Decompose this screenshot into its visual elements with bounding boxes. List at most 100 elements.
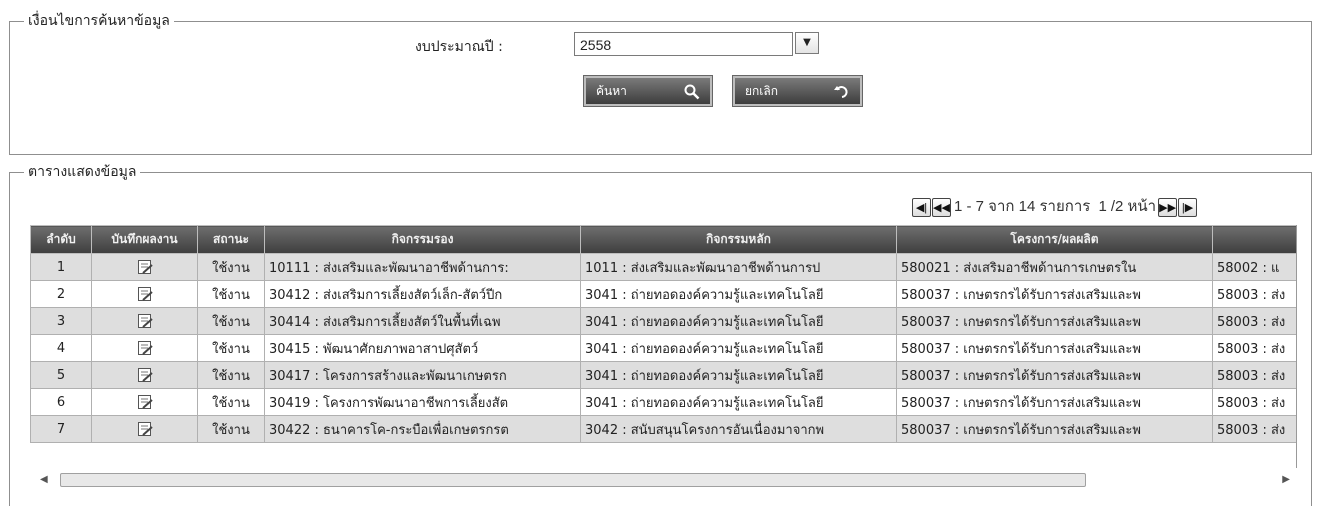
record-result-button[interactable] [91,334,198,362]
last-page-icon: |▶ [1181,201,1194,214]
row-sub-activity: 30419 : โครงการพัฒนาอาชีพการเลี้ยงสัต [264,388,581,416]
row-order: 3 [30,307,92,335]
pager-summary: 1 - 7 จาก 14 รายการ [954,198,1091,216]
row-extra: 58003 : ส่ง [1212,334,1296,362]
row-project: 580037 : เกษตรกรได้รับการส่งเสริมและพ [896,280,1213,308]
record-result-button[interactable] [91,415,198,443]
row-status: ใช้งาน [197,415,265,443]
table-row: 3 ใช้งาน 30414 : ส่งเสริมการเลี้ยงสัตว์ใ… [30,307,1296,335]
row-sub-activity: 30414 : ส่งเสริมการเลี้ยงสัตว์ในพื้นที่เ… [264,307,581,335]
budget-year-label: งบประมาณปี : [415,39,503,55]
scrollbar-thumb[interactable] [60,473,1086,487]
scroll-left-icon[interactable]: ◀ [40,474,48,485]
scroll-right-icon[interactable]: ▶ [1282,474,1290,485]
col-header-extra[interactable] [1212,225,1296,254]
magnifier-icon [684,78,700,104]
next-page-button[interactable]: ▶▶ [1158,197,1178,217]
data-table-legend: ตารางแสดงข้อมูล [24,163,141,181]
table-row: 4 ใช้งาน 30415 : พัฒนาศักยภาพอาสาปศุสัตว… [30,334,1296,362]
row-status: ใช้งาน [197,361,265,389]
edit-note-icon [137,260,153,274]
row-status: ใช้งาน [197,280,265,308]
row-order: 2 [30,280,92,308]
edit-note-icon [137,314,153,328]
row-main-activity: 3041 : ถ่ายทอดองค์ความรู้และเทคโนโลยี [580,361,897,389]
row-main-activity: 3041 : ถ่ายทอดองค์ความรู้และเทคโนโลยี [580,280,897,308]
record-result-button[interactable] [91,361,198,389]
budget-year-select[interactable]: 2558 [574,32,793,56]
first-page-icon: ◀| [915,201,928,214]
row-main-activity: 3041 : ถ่ายทอดองค์ความรู้และเทคโนโลยี [580,388,897,416]
row-extra: 58003 : ส่ง [1212,388,1296,416]
row-order: 1 [30,253,92,281]
prev-page-button[interactable]: ◀◀ [932,197,951,217]
prev-page-icon: ◀◀ [933,201,950,214]
pager-current-page[interactable]: 1 [1099,196,1107,218]
horizontal-scrollbar[interactable]: ◀ ▶ [38,472,1292,489]
pager-total-pages: /2 หน้า [1110,198,1157,216]
record-result-button[interactable] [91,253,198,281]
row-sub-activity: 30422 : ธนาคารโค-กระบือเพื่อเกษตรกรต [264,415,581,443]
first-page-button[interactable]: ◀| [912,197,931,217]
edit-note-icon [137,287,153,301]
row-extra: 58003 : ส่ง [1212,307,1296,335]
record-result-button[interactable] [91,280,198,308]
table-row: 2 ใช้งาน 30412 : ส่งเสริมการเลี้ยงสัตว์เ… [30,280,1296,308]
data-table: ลำดับ บันทึกผลงาน สถานะ กิจกรรมรอง กิจกร… [30,225,1296,443]
row-status: ใช้งาน [197,307,265,335]
table-header-row: ลำดับ บันทึกผลงาน สถานะ กิจกรรมรอง กิจกร… [30,225,1296,254]
table-row: 5 ใช้งาน 30417 : โครงการสร้างและพัฒนาเกษ… [30,361,1296,389]
record-result-button[interactable] [91,307,198,335]
edit-note-icon [137,422,153,436]
row-order: 5 [30,361,92,389]
row-project: 580021 : ส่งเสริมอาชีพด้านการเกษตรใน [896,253,1213,281]
edit-note-icon [137,395,153,409]
row-project: 580037 : เกษตรกรได้รับการส่งเสริมและพ [896,307,1213,335]
row-extra: 58003 : ส่ง [1212,361,1296,389]
row-order: 6 [30,388,92,416]
search-button-label: ค้นหา [596,84,627,98]
edit-note-icon [137,368,153,382]
table-row: 7 ใช้งาน 30422 : ธนาคารโค-กระบือเพื่อเกษ… [30,415,1296,443]
data-grid: ลำดับ บันทึกผลงาน สถานะ กิจกรรมรอง กิจกร… [30,225,1297,468]
row-sub-activity: 10111 : ส่งเสริมและพัฒนาอาชีพด้านการ: [264,253,581,281]
cancel-button-label: ยกเลิก [745,84,779,98]
row-sub-activity: 30415 : พัฒนาศักยภาพอาสาปศุสัตว์ [264,334,581,362]
row-sub-activity: 30412 : ส่งเสริมการเลี้ยงสัตว์เล็ก-สัตว์… [264,280,581,308]
year-dropdown-button[interactable]: ▼ [795,32,819,54]
col-header-status[interactable]: สถานะ [197,225,265,254]
last-page-button[interactable]: |▶ [1178,197,1198,217]
col-header-project[interactable]: โครงการ/ผลผลิต [896,225,1213,254]
row-extra: 58002 : แ [1212,253,1296,281]
table-row: 1 ใช้งาน 10111 : ส่งเสริมและพัฒนาอาชีพด้… [30,253,1296,281]
row-main-activity: 3042 : สนับสนุนโครงการอันเนื่องมาจากพ [580,415,897,443]
col-header-main-activity[interactable]: กิจกรรมหลัก [580,225,897,254]
cancel-button[interactable]: ยกเลิก [733,76,862,106]
row-main-activity: 1011 : ส่งเสริมและพัฒนาอาชีพด้านการป [580,253,897,281]
undo-arrow-icon [834,78,850,104]
row-order: 4 [30,334,92,362]
col-header-record[interactable]: บันทึกผลงาน [91,225,198,254]
row-status: ใช้งาน [197,388,265,416]
row-project: 580037 : เกษตรกรได้รับการส่งเสริมและพ [896,415,1213,443]
row-extra: 58003 : ส่ง [1212,415,1296,443]
search-panel-legend: เงื่อนไขการค้นหาข้อมูล [24,12,174,30]
row-project: 580037 : เกษตรกรได้รับการส่งเสริมและพ [896,334,1213,362]
next-page-icon: ▶▶ [1159,201,1177,214]
row-project: 580037 : เกษตรกรได้รับการส่งเสริมและพ [896,361,1213,389]
edit-note-icon [137,341,153,355]
row-extra: 58003 : ส่ง [1212,280,1296,308]
row-project: 580037 : เกษตรกรได้รับการส่งเสริมและพ [896,388,1213,416]
col-header-sub-activity[interactable]: กิจกรรมรอง [264,225,581,254]
record-result-button[interactable] [91,388,198,416]
col-header-order[interactable]: ลำดับ [30,225,92,254]
row-status: ใช้งาน [197,253,265,281]
row-sub-activity: 30417 : โครงการสร้างและพัฒนาเกษตรก [264,361,581,389]
row-main-activity: 3041 : ถ่ายทอดองค์ความรู้และเทคโนโลยี [580,334,897,362]
pager: ◀| ◀◀ 1 - 7 จาก 14 รายการ 1/2 หน้า ▶▶ |▶ [912,196,1198,218]
triangle-down-icon: ▼ [803,37,811,48]
search-button[interactable]: ค้นหา [584,76,712,106]
row-order: 7 [30,415,92,443]
row-status: ใช้งาน [197,334,265,362]
table-row: 6 ใช้งาน 30419 : โครงการพัฒนาอาชีพการเลี… [30,388,1296,416]
